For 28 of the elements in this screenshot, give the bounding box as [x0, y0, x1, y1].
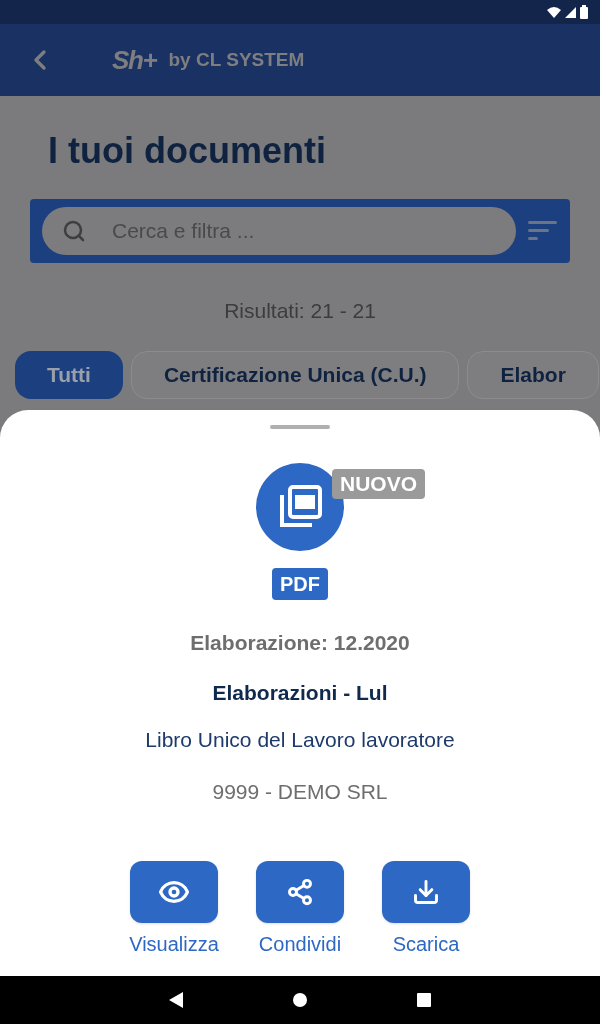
action-label[interactable]: Visualizza: [129, 929, 219, 959]
action-button[interactable]: [382, 861, 470, 923]
home-icon[interactable]: [293, 993, 307, 1007]
battery-icon: [580, 5, 588, 19]
page-title: I tuoi documenti: [47, 129, 327, 173]
file-type-badge: PDF: [272, 568, 328, 600]
action-label[interactable]: Scarica: [392, 929, 460, 959]
action-button[interactable]: [256, 861, 344, 923]
signal-icon: [565, 6, 576, 18]
filter-chip[interactable]: Elabor: [467, 350, 599, 399]
company-name: 9999 - DEMO SRL: [212, 778, 388, 805]
document-period: Elaborazione: 12.2020: [190, 630, 410, 656]
document-description: Libro Unico del Lavoro lavoratore: [145, 727, 455, 753]
filter-chip[interactable]: Tutti: [15, 350, 123, 399]
wifi-icon: [547, 6, 561, 18]
results-count: Risultati: 21 - 21: [223, 298, 377, 324]
download-icon: [412, 878, 440, 906]
app-title: by CL SYSTEM: [168, 47, 305, 72]
filter-chip[interactable]: Certificazione Unica (C.U.): [130, 350, 460, 399]
action-button[interactable]: [130, 861, 218, 923]
new-badge: NUOVO: [332, 469, 425, 499]
logo: Sh+: [112, 43, 157, 77]
share-icon: [286, 878, 314, 906]
back-icon[interactable]: [169, 992, 183, 1008]
action-label[interactable]: Condividi: [258, 929, 342, 959]
document-title: Elaborazioni - Lul: [212, 679, 388, 706]
search-icon: [62, 219, 86, 243]
drag-handle[interactable]: [270, 425, 330, 429]
